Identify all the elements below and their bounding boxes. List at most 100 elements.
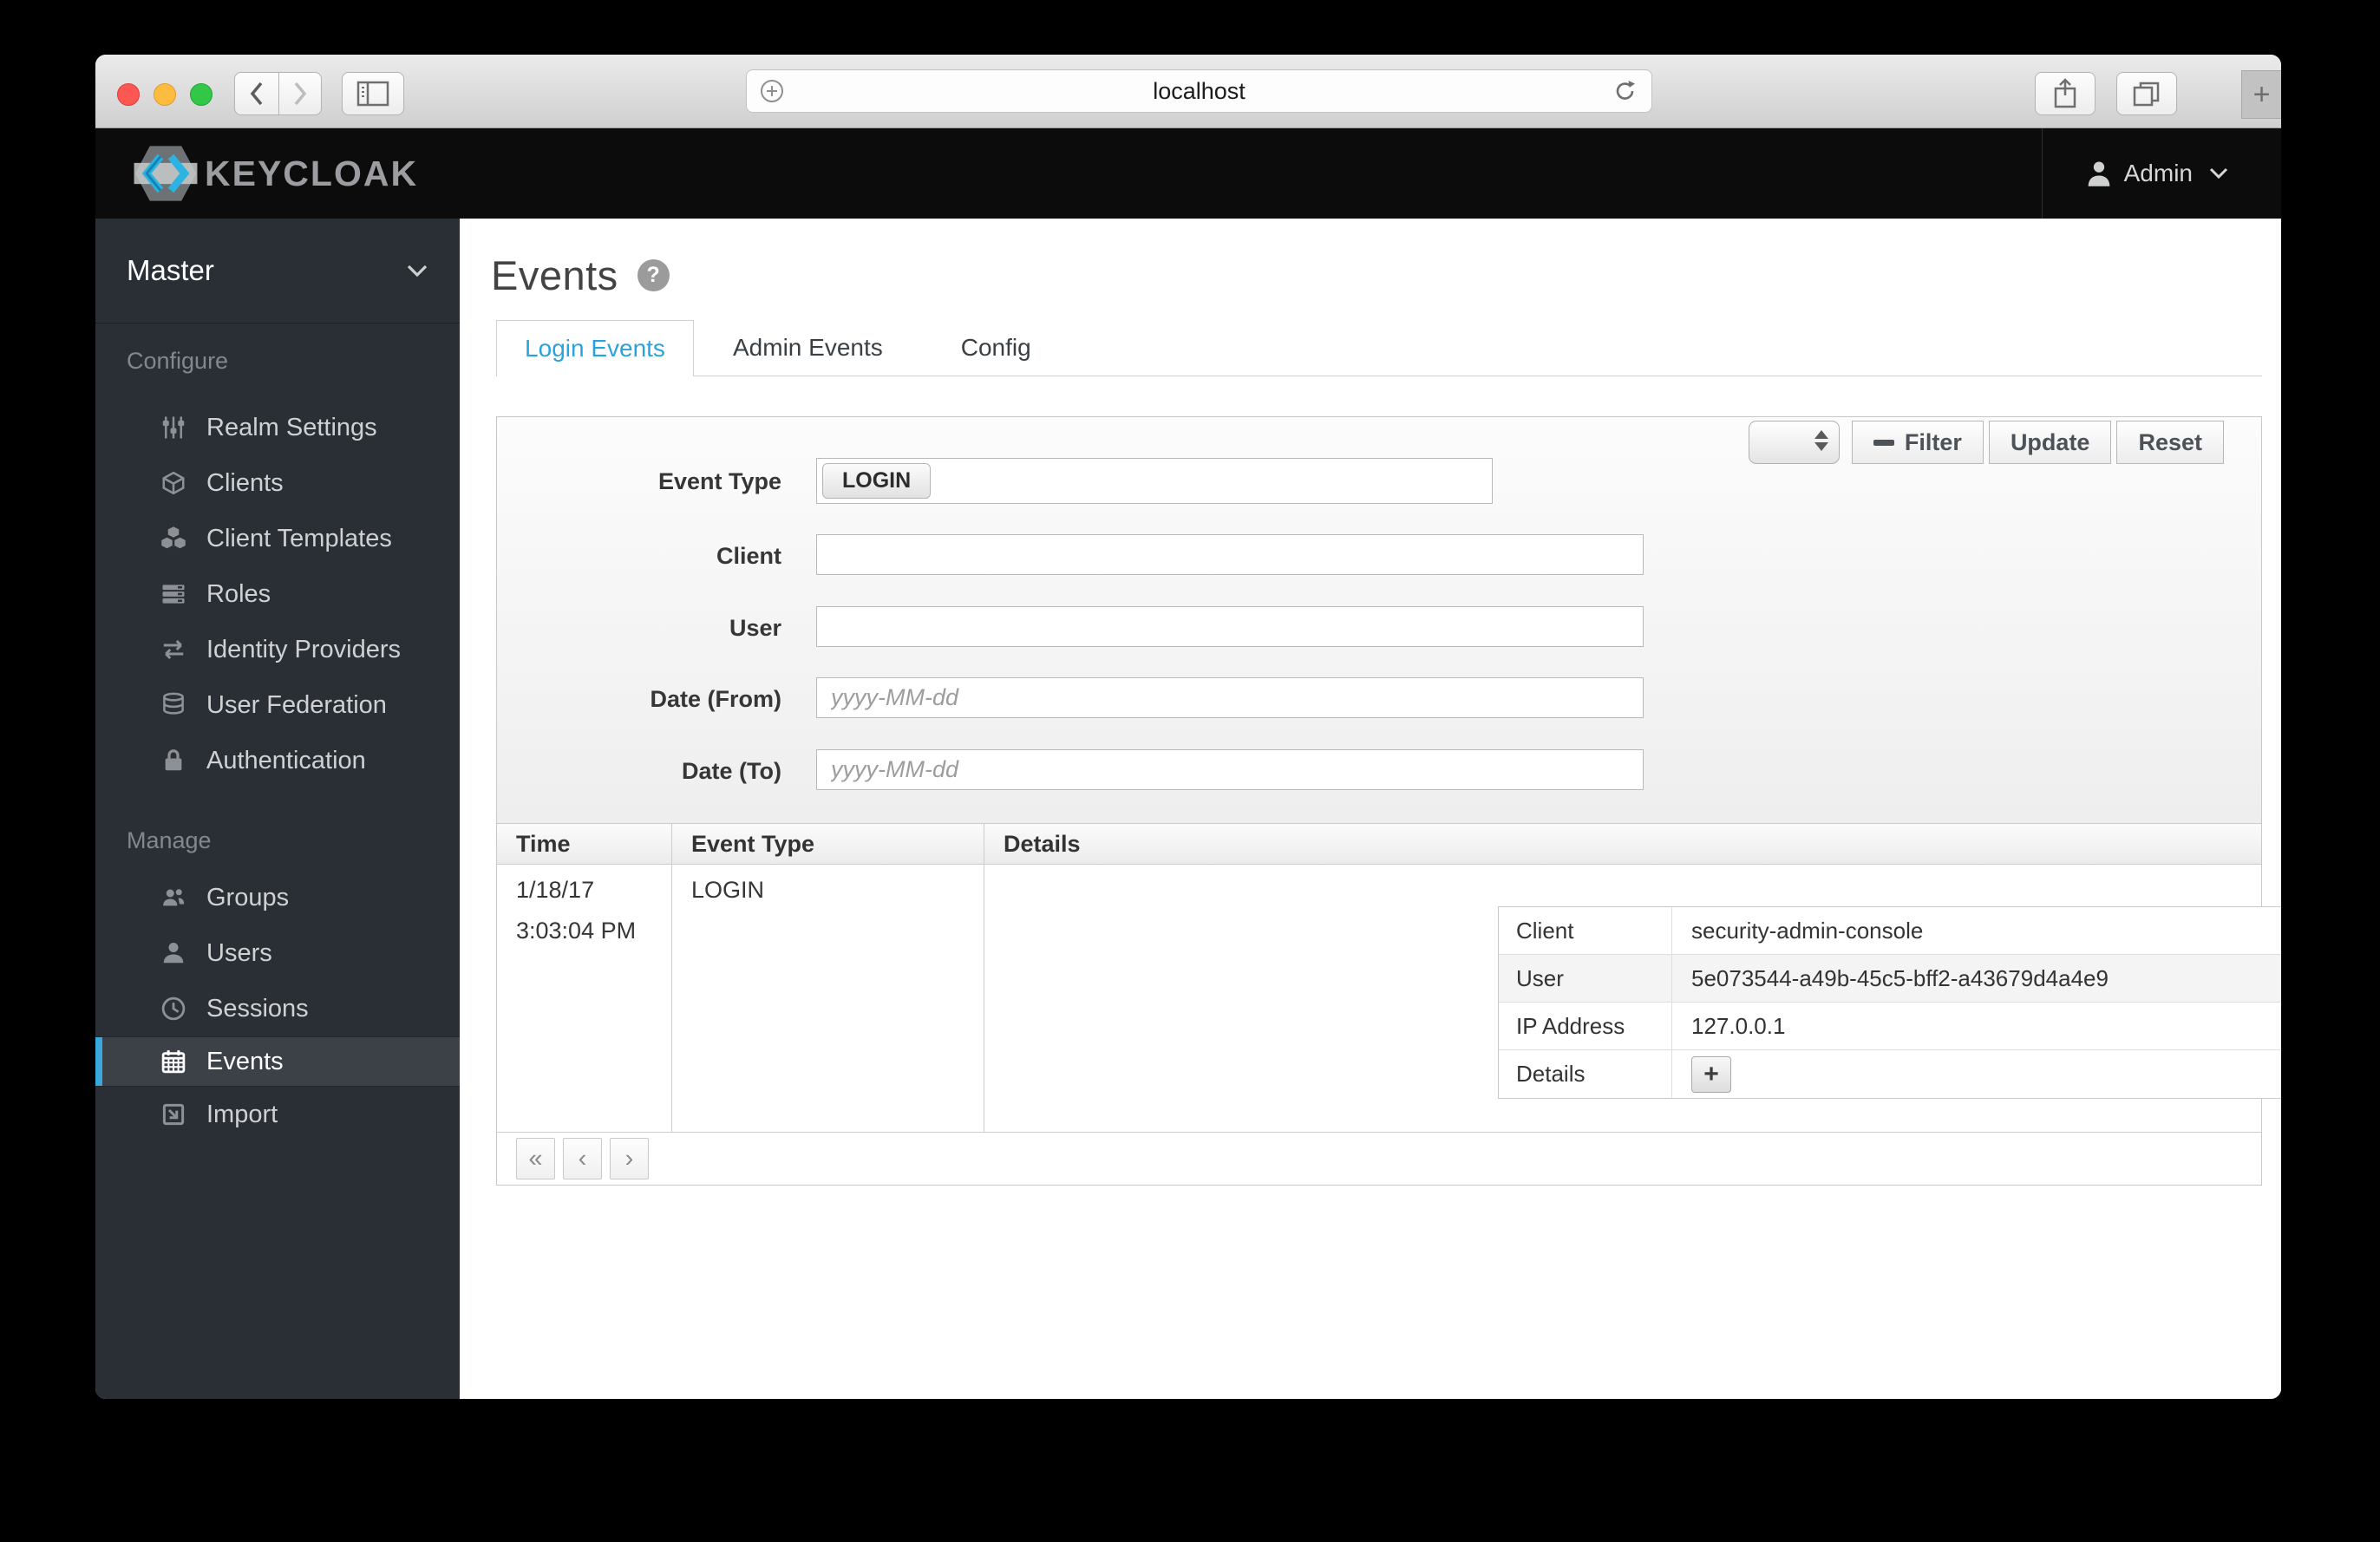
date-from-label: Date (From) <box>650 686 781 712</box>
event-type-tag-login[interactable]: LOGIN <box>822 463 932 499</box>
user-icon <box>154 940 193 966</box>
sidebar-item-label: Groups <box>206 883 290 911</box>
keycloak-hexagon-icon <box>134 146 198 201</box>
filter-collapse-icon <box>1873 439 1894 446</box>
user-menu[interactable]: Admin <box>2041 128 2281 219</box>
sidebar-item-label: Clients <box>206 468 284 497</box>
share-icon <box>2054 78 2076 108</box>
help-icon[interactable]: ? <box>637 259 670 291</box>
sidebar-item-users[interactable]: Users <box>95 925 460 981</box>
app-header: KEYCLOAK Admin <box>95 128 2281 219</box>
event-type-cell: LOGIN <box>672 865 984 1132</box>
chevron-down-icon <box>2209 167 2228 180</box>
expand-details-button[interactable]: + <box>1691 1055 1731 1093</box>
client-label: Client <box>716 543 781 569</box>
chevron-down-icon <box>407 265 428 277</box>
sidebar-item-label: Events <box>206 1047 284 1075</box>
previous-page-button[interactable]: ‹ <box>563 1138 602 1179</box>
sidebar-item-label: Sessions <box>206 994 309 1023</box>
cubes-icon <box>154 526 193 552</box>
event-type-input[interactable]: LOGIN <box>816 458 1493 504</box>
realm-selector[interactable]: Master <box>95 219 460 323</box>
database-icon <box>154 692 193 718</box>
exchange-arrows-icon <box>154 637 193 663</box>
configure-section-label: Configure <box>127 348 229 374</box>
fullscreen-window-button[interactable] <box>190 83 212 106</box>
user-label: User <box>729 615 781 641</box>
page-title: Events ? <box>491 252 670 299</box>
browser-forward-button[interactable] <box>279 72 322 115</box>
tabs-icon <box>2133 82 2160 107</box>
date-to-input[interactable] <box>816 749 1644 790</box>
user-icon <box>2088 161 2109 186</box>
sidebar-item-import[interactable]: Import <box>95 1087 460 1142</box>
tab-config[interactable]: Config <box>922 320 1070 376</box>
first-page-button[interactable]: « <box>516 1138 555 1179</box>
list-icon <box>154 581 193 607</box>
client-input[interactable] <box>816 534 1644 575</box>
event-clock-time: 3:03:04 PM <box>516 918 637 944</box>
close-window-button[interactable] <box>117 83 140 106</box>
page-size-select[interactable] <box>1748 421 1840 464</box>
plus-icon: + <box>2252 77 2271 111</box>
detail-row-details: Details + <box>1499 1050 2281 1098</box>
sidebar-item-sessions[interactable]: Sessions <box>95 981 460 1036</box>
tab-admin-events[interactable]: Admin Events <box>694 320 922 376</box>
manage-section-label: Manage <box>127 827 212 853</box>
reset-button[interactable]: Reset <box>2116 421 2224 464</box>
sidebar-item-label: User Federation <box>206 690 387 719</box>
date-to-label: Date (To) <box>682 758 781 784</box>
sidebar-item-roles[interactable]: Roles <box>95 566 460 622</box>
sidebar: Master Configure Realm Settings Clients … <box>95 219 460 1399</box>
brand-text: KEYCLOAK <box>205 153 419 193</box>
configure-nav: Realm Settings Clients Client Templates … <box>95 400 460 788</box>
new-tab-button[interactable]: + <box>2241 70 2281 119</box>
event-type-label: Event Type <box>657 468 781 494</box>
minimize-window-button[interactable] <box>154 83 176 106</box>
sidebar-toggle-button[interactable] <box>342 72 404 115</box>
sidebar-item-identity-providers[interactable]: Identity Providers <box>95 622 460 677</box>
next-page-button[interactable]: › <box>610 1138 649 1179</box>
sidebar-item-label: Import <box>206 1100 278 1128</box>
plus-icon: + <box>1703 1059 1719 1088</box>
group-icon <box>154 885 193 911</box>
update-button[interactable]: Update <box>1988 421 2112 464</box>
detail-row-user: User 5e073544-a49b-45c5-bff2-a43679d4a4e… <box>1499 955 2281 1003</box>
events-panel: Filter Update Reset Event Type LOGIN Cli… <box>496 416 2281 1186</box>
browser-window: localhost + KEYCLOAK Admin Master Config… <box>95 55 2281 1399</box>
sliders-icon <box>154 415 193 441</box>
date-from-input[interactable] <box>816 677 1644 718</box>
sidebar-item-authentication[interactable]: Authentication <box>95 733 460 788</box>
chevron-left-icon <box>250 82 263 106</box>
select-arrows-icon <box>1814 430 1828 451</box>
sidebar-item-label: Realm Settings <box>206 413 377 441</box>
tab-login-events[interactable]: Login Events <box>496 320 694 376</box>
user-input[interactable] <box>816 606 1644 647</box>
sidebar-item-label: Client Templates <box>206 524 392 552</box>
url-text: localhost <box>1153 77 1246 104</box>
sidebar-item-groups[interactable]: Groups <box>95 870 460 925</box>
reload-icon[interactable] <box>1613 78 1638 104</box>
cube-icon <box>154 470 193 496</box>
main-content: Events ? Login Events Admin Events Confi… <box>460 219 2281 1399</box>
events-table-header: Time Event Type Details <box>497 823 2261 865</box>
sidebar-item-label: Roles <box>206 579 271 608</box>
reader-icon <box>761 80 783 102</box>
page-title-text: Events <box>491 252 618 298</box>
address-bar[interactable]: localhost <box>746 69 1652 113</box>
browser-toolbar: localhost + <box>95 55 2281 128</box>
column-header-event-type: Event Type <box>672 824 984 864</box>
sidebar-item-user-federation[interactable]: User Federation <box>95 677 460 733</box>
filter-button[interactable]: Filter <box>1851 421 1984 464</box>
detail-row-ip-address: IP Address 127.0.0.1 <box>1499 1003 2281 1050</box>
sidebar-item-client-templates[interactable]: Client Templates <box>95 511 460 566</box>
sidebar-item-events[interactable]: Events <box>95 1036 460 1087</box>
share-button[interactable] <box>2035 72 2096 115</box>
event-time-cell: 1/18/17 3:03:04 PM <box>497 865 672 1132</box>
sidebar-item-realm-settings[interactable]: Realm Settings <box>95 400 460 455</box>
keycloak-logo: KEYCLOAK <box>134 144 418 203</box>
show-tabs-button[interactable] <box>2116 72 2177 115</box>
manage-nav: Groups Users Sessions Events Import <box>95 870 460 1142</box>
sidebar-item-clients[interactable]: Clients <box>95 455 460 511</box>
browser-back-button[interactable] <box>234 72 279 115</box>
